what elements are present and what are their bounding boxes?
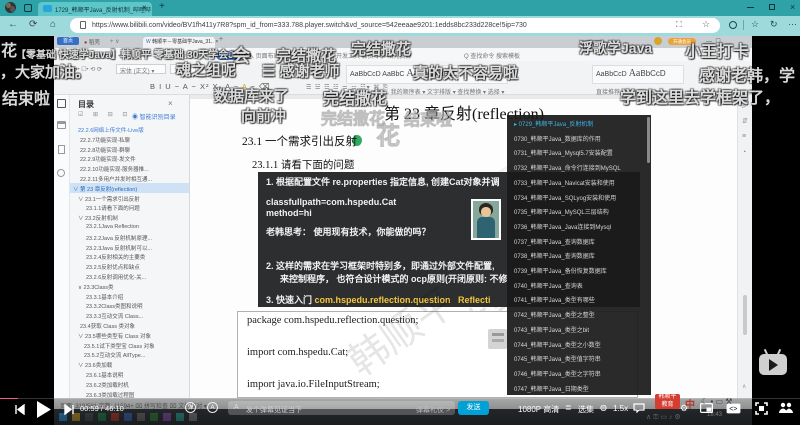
- svg-text:<>: <>: [729, 406, 737, 413]
